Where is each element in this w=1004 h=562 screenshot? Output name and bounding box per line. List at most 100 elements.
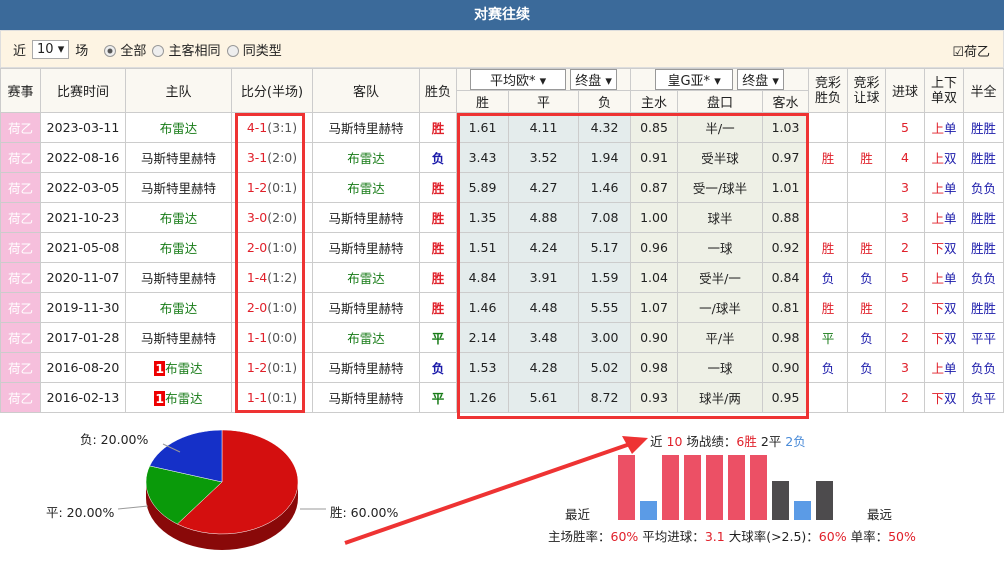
league-cell[interactable]: 荷乙	[0, 292, 41, 323]
ht-ft: 胜胜	[963, 112, 1004, 143]
header-jc-result: 竞彩胜负	[808, 68, 849, 113]
euro-company-select[interactable]: 平均欧* ▾	[470, 69, 567, 90]
away-team[interactable]: 马斯特里赫特	[312, 292, 420, 323]
oldest-label: 最远	[867, 507, 893, 522]
home-team[interactable]: 布雷达	[125, 292, 232, 323]
away-team[interactable]: 布雷达	[312, 172, 420, 203]
jc-handicap: 负	[847, 352, 887, 383]
header-home-water: 主水	[630, 90, 679, 113]
home-team[interactable]: 1布雷达	[125, 352, 232, 383]
result-cell: 胜	[419, 262, 457, 293]
goals: 4	[885, 142, 926, 173]
header-time: 比赛时间	[40, 68, 126, 113]
league-cell[interactable]: 荷乙	[0, 112, 41, 143]
date-cell: 2016-08-20	[40, 352, 126, 383]
goals: 2	[885, 322, 926, 353]
radio-same-venue[interactable]: 主客相同	[152, 40, 221, 59]
home-team[interactable]: 布雷达	[125, 112, 232, 143]
result-bar-win	[750, 455, 767, 520]
home-team[interactable]: 马斯特里赫特	[125, 262, 232, 293]
league-cell[interactable]: 荷乙	[0, 232, 41, 263]
ht-ft: 胜胜	[963, 202, 1004, 233]
header-win: 胜	[456, 90, 509, 113]
league-cell[interactable]: 荷乙	[0, 352, 41, 383]
result-bar-win	[662, 455, 679, 520]
away-team[interactable]: 布雷达	[312, 262, 420, 293]
league-cell[interactable]: 荷乙	[0, 142, 41, 173]
jc-handicap: 胜	[847, 142, 887, 173]
league-cell[interactable]: 荷乙	[0, 262, 41, 293]
away-team[interactable]: 布雷达	[312, 142, 420, 173]
radio-all[interactable]: 全部	[104, 40, 146, 59]
home-team[interactable]: 布雷达	[125, 202, 232, 233]
over-under: 上单	[924, 112, 965, 143]
rank-badge: 1	[154, 391, 166, 406]
section-title: 对赛往续	[0, 0, 1004, 30]
result-cell: 胜	[419, 232, 457, 263]
date-cell: 2023-03-11	[40, 112, 126, 143]
league-checkbox[interactable]: ☑荷乙	[952, 41, 990, 60]
header-ou: 上下单双	[924, 68, 965, 113]
result-bar-win	[618, 455, 635, 520]
ht-ft: 胜胜	[963, 232, 1004, 263]
header-goals: 进球	[885, 68, 926, 113]
league-cell[interactable]: 荷乙	[0, 202, 41, 233]
away-team[interactable]: 马斯特里赫特	[312, 202, 420, 233]
result-cell: 平	[419, 382, 457, 413]
euro-type-select[interactable]: 终盘 ▾	[570, 69, 617, 90]
ht-ft: 胜胜	[963, 292, 1004, 323]
away-team[interactable]: 马斯特里赫特	[312, 382, 420, 413]
home-team[interactable]: 1布雷达	[125, 382, 232, 413]
leader-line	[117, 505, 149, 510]
header-league: 赛事	[0, 68, 41, 113]
jc-result	[808, 112, 849, 143]
jc-handicap: 负	[847, 262, 887, 293]
away-team[interactable]: 布雷达	[312, 322, 420, 353]
result-bar-win	[706, 455, 723, 520]
record-summary: 近 10 场战绩：6胜 2平 2负	[650, 434, 806, 449]
away-team[interactable]: 马斯特里赫特	[312, 352, 420, 383]
ht-ft: 平平	[963, 322, 1004, 353]
radio-same-type[interactable]: 同类型	[226, 40, 282, 59]
header-lose: 负	[577, 90, 632, 113]
jc-result: 胜	[808, 142, 849, 173]
header-away: 客队	[312, 68, 420, 113]
home-team[interactable]: 布雷达	[125, 232, 232, 263]
stats-line: 主场胜率：60% 平均进球：3.1 大球率(>2.5)：60% 单率：50%	[548, 529, 916, 544]
result-cell: 胜	[419, 172, 457, 203]
ht-ft: 负负	[963, 262, 1004, 293]
goals: 3	[885, 352, 926, 383]
home-team[interactable]: 马斯特里赫特	[125, 322, 232, 353]
date-cell: 2020-11-07	[40, 262, 126, 293]
result-cell: 胜	[419, 202, 457, 233]
result-bar-draw	[772, 481, 789, 520]
home-team[interactable]: 马斯特里赫特	[125, 172, 232, 203]
league-cell[interactable]: 荷乙	[0, 322, 41, 353]
away-team[interactable]: 马斯特里赫特	[312, 232, 420, 263]
asia-company-select[interactable]: 皇G亚* ▾	[655, 69, 734, 90]
header-score: 比分(半场)	[231, 68, 313, 113]
ht-ft: 负平	[963, 382, 1004, 413]
league-cell[interactable]: 荷乙	[0, 172, 41, 203]
jc-handicap: 负	[847, 322, 887, 353]
pie-label-draw: 平: 20.00%	[46, 505, 115, 520]
over-under: 上单	[924, 352, 965, 383]
result-bars	[618, 455, 833, 520]
jc-handicap	[847, 382, 887, 413]
home-team[interactable]: 马斯特里赫特	[125, 142, 232, 173]
date-cell: 2019-11-30	[40, 292, 126, 323]
jc-result: 平	[808, 322, 849, 353]
over-under: 上双	[924, 142, 965, 173]
goals: 3	[885, 172, 926, 203]
filter-bar: 近 10 ▾ 场 全部 主客相同 同类型	[0, 30, 1004, 68]
date-cell: 2022-08-16	[40, 142, 126, 173]
result-cell: 平	[419, 322, 457, 353]
league-cell[interactable]: 荷乙	[0, 382, 41, 413]
asia-type-select[interactable]: 终盘 ▾	[737, 69, 784, 90]
goals: 2	[885, 292, 926, 323]
over-under: 下双	[924, 292, 965, 323]
jc-handicap: 胜	[847, 292, 887, 323]
away-team[interactable]: 马斯特里赫特	[312, 112, 420, 143]
match-count-select[interactable]: 10 ▾	[32, 39, 70, 59]
odds-highlight-box	[457, 113, 809, 419]
